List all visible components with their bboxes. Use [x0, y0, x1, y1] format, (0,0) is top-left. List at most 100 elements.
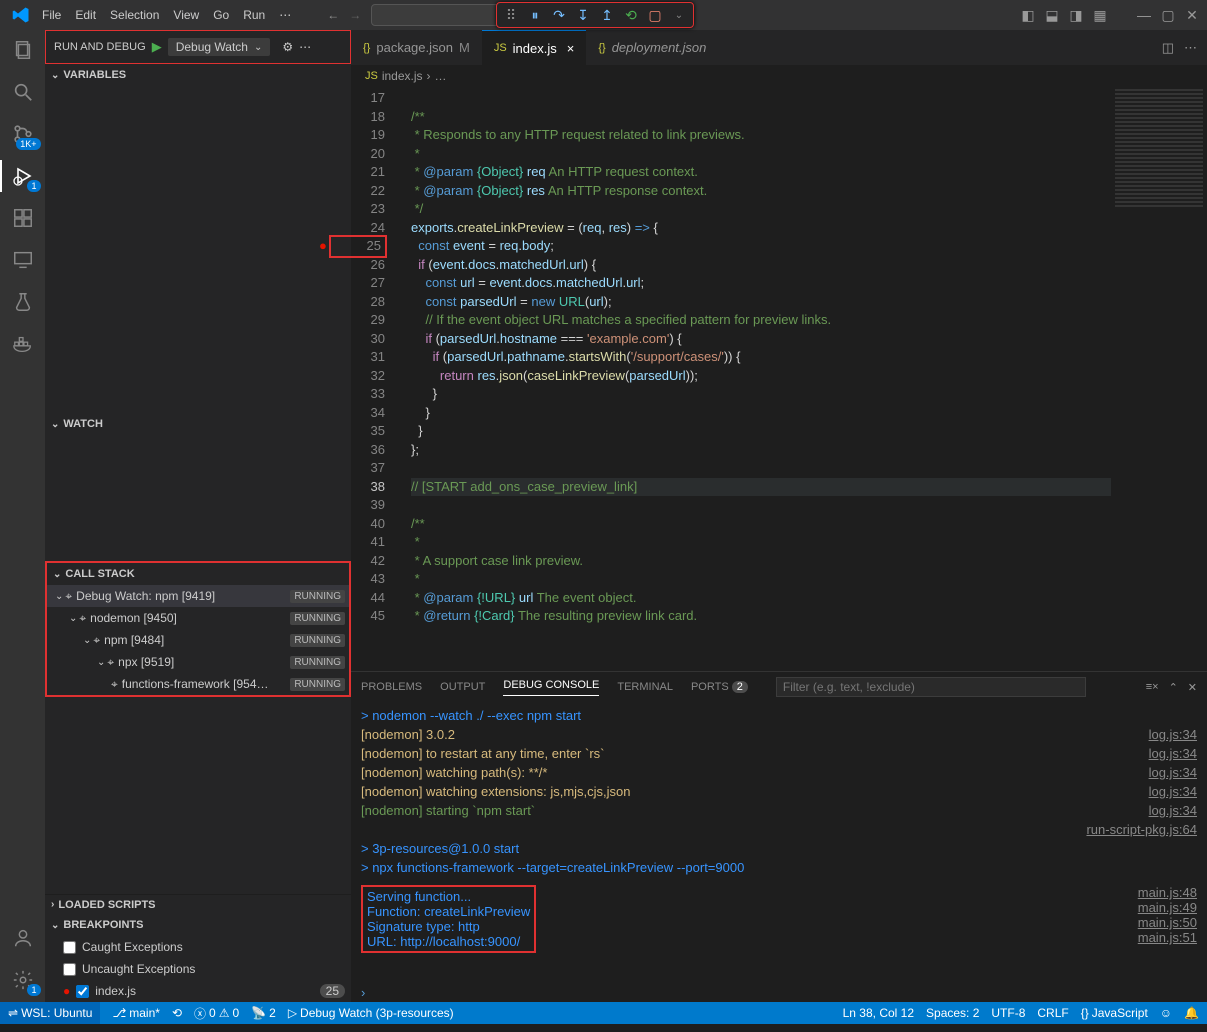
encoding-status[interactable]: UTF-8 [991, 1006, 1025, 1020]
nav-forward-icon[interactable]: → [349, 8, 361, 22]
status-bar: ⇌ WSL: Ubuntu ⎇ main* ⟲ ⓧ 0 ⚠ 0 📡 2 ▷ De… [0, 1002, 1207, 1024]
more-icon[interactable]: ⋯ [299, 40, 311, 54]
bp-file[interactable]: ●index.js25 [45, 980, 351, 1002]
remote-indicator[interactable]: ⇌ WSL: Ubuntu [0, 1002, 100, 1024]
chevron-down-icon: ⌄ [51, 419, 59, 430]
panel-tab-ports[interactable]: PORTS 2 [691, 681, 748, 693]
call-stack-row[interactable]: ⌄⌖npm [9484]RUNNING [47, 629, 349, 651]
call-stack-row[interactable]: ⌖functions-framework [954…RUNNING [47, 673, 349, 695]
breakpoints-header[interactable]: ⌄BREAKPOINTS [45, 914, 351, 936]
layout-customize-icon[interactable]: ▦ [1091, 7, 1109, 24]
debug-config-select[interactable]: Debug Watch⌄ [168, 38, 271, 56]
status-debug-task[interactable]: ▷ Debug Watch (3p-resources) [288, 1006, 454, 1020]
debug-step-out-icon[interactable]: ↥ [597, 7, 617, 24]
editor-tabs: {}package.json M JSindex.js× {}deploymen… [351, 30, 1207, 65]
minimap[interactable] [1111, 87, 1207, 671]
code-editor[interactable]: 1718192021222324252627282930313233343536… [351, 87, 1207, 671]
indent-status[interactable]: Spaces: 2 [926, 1006, 979, 1020]
clear-icon[interactable]: ≡× [1146, 681, 1159, 694]
drag-handle-icon[interactable]: ⠿ [501, 7, 521, 24]
breadcrumb[interactable]: JSindex.js›… [351, 65, 1207, 87]
menu-selection[interactable]: Selection [104, 6, 165, 24]
bp-uncaught[interactable]: Uncaught Exceptions [45, 958, 351, 980]
line-gutter[interactable]: 1718192021222324252627282930313233343536… [351, 87, 399, 671]
menu-go[interactable]: Go [207, 6, 235, 24]
debug-stop-icon[interactable]: ▢ [645, 7, 665, 24]
tab-index-js[interactable]: JSindex.js× [482, 30, 587, 65]
code-content[interactable]: /** * Responds to any HTTP request relat… [399, 87, 1111, 671]
bottom-panel: PROBLEMS OUTPUT DEBUG CONSOLE TERMINAL P… [351, 671, 1207, 1002]
layout-toggle-left-icon[interactable]: ◧ [1019, 7, 1037, 24]
call-stack-row[interactable]: ⌄⌖npx [9519]RUNNING [47, 651, 349, 673]
bp-caught[interactable]: Caught Exceptions [45, 936, 351, 958]
window-maximize-icon[interactable]: ▢ [1159, 7, 1177, 24]
activity-docker-icon[interactable] [11, 332, 35, 356]
sidebar: RUN AND DEBUG ▶ Debug Watch⌄ ⚙ ⋯ ⌄VARIAB… [45, 30, 351, 1002]
debug-more-icon[interactable]: ⌄ [669, 10, 689, 21]
cursor-position[interactable]: Ln 38, Col 12 [843, 1006, 914, 1020]
call-stack-row[interactable]: ⌄⌖nodemon [9450]RUNNING [47, 607, 349, 629]
feedback-icon[interactable]: ☺ [1160, 1006, 1172, 1020]
window-minimize-icon[interactable]: — [1135, 7, 1153, 24]
nav-history: ← → [327, 8, 361, 22]
activity-extensions-icon[interactable] [11, 206, 35, 230]
notifications-icon[interactable]: 🔔 [1184, 1006, 1199, 1020]
debug-step-over-icon[interactable]: ↷ [549, 7, 569, 24]
menu-view[interactable]: View [167, 6, 205, 24]
language-status[interactable]: {} JavaScript [1081, 1006, 1148, 1020]
debug-restart-icon[interactable]: ⟲ [621, 7, 641, 24]
panel-tab-terminal[interactable]: TERMINAL [617, 681, 673, 693]
activity-settings-icon[interactable]: 1 [11, 968, 35, 992]
filter-input[interactable] [776, 677, 1086, 697]
debug-pause-icon[interactable]: ⏸ [525, 7, 545, 24]
menu-overflow-icon[interactable]: ⋯ [273, 6, 297, 24]
tab-package-json[interactable]: {}package.json M [351, 30, 482, 65]
layout-toggle-right-icon[interactable]: ◨ [1067, 7, 1085, 24]
panel-maximize-icon[interactable]: ⌃ [1169, 681, 1178, 694]
watch-body [45, 435, 351, 561]
json-icon: {} [598, 42, 605, 54]
layout-toggle-bottom-icon[interactable]: ⬓ [1043, 7, 1061, 24]
window-close-icon[interactable]: ✕ [1183, 7, 1201, 24]
call-stack-panel: ⌄CALL STACK ⌄⌖Debug Watch: npm [9419]RUN… [45, 561, 351, 697]
settings-badge: 1 [27, 984, 40, 996]
activity-testing-icon[interactable] [11, 290, 35, 314]
loaded-scripts-header[interactable]: ›LOADED SCRIPTS [45, 894, 351, 914]
activity-account-icon[interactable] [11, 926, 35, 950]
start-debug-icon[interactable]: ▶ [152, 39, 162, 55]
status-ports[interactable]: 📡 2 [251, 1006, 276, 1020]
title-bar: File Edit Selection View Go Run ⋯ ← → ⠿ … [0, 0, 1207, 30]
debug-step-into-icon[interactable]: ↧ [573, 7, 593, 24]
call-stack-row[interactable]: ⌄⌖Debug Watch: npm [9419]RUNNING [47, 585, 349, 607]
tab-deployment-json[interactable]: {}deployment.json [586, 30, 718, 65]
split-editor-icon[interactable]: ◫ [1162, 40, 1174, 56]
panel-tab-debug-console[interactable]: DEBUG CONSOLE [503, 679, 599, 696]
debug-toolbar: ⠿ ⏸ ↷ ↧ ↥ ⟲ ▢ ⌄ [496, 2, 694, 28]
watch-header[interactable]: ⌄WATCH [45, 413, 351, 435]
activity-debug-icon[interactable]: 1 [11, 164, 35, 188]
nav-back-icon[interactable]: ← [327, 8, 339, 22]
menu-run[interactable]: Run [237, 6, 271, 24]
status-errors[interactable]: ⓧ 0 ⚠ 0 [194, 1005, 239, 1022]
activity-scm-icon[interactable]: 1K+ [11, 122, 35, 146]
chevron-down-icon: ⌄ [51, 70, 59, 81]
panel-tab-output[interactable]: OUTPUT [440, 681, 485, 693]
menu-edit[interactable]: Edit [69, 6, 102, 24]
activity-explorer-icon[interactable] [11, 38, 35, 62]
variables-header[interactable]: ⌄VARIABLES [45, 64, 351, 86]
git-branch[interactable]: ⎇ main* [112, 1006, 160, 1020]
activity-search-icon[interactable] [11, 80, 35, 104]
panel-close-icon[interactable]: ✕ [1188, 681, 1197, 694]
debug-settings-icon[interactable]: ⚙ [282, 40, 293, 54]
git-sync-icon[interactable]: ⟲ [172, 1006, 182, 1020]
js-icon: JS [365, 70, 378, 82]
editor-more-icon[interactable]: ⋯ [1184, 40, 1197, 56]
eol-status[interactable]: CRLF [1037, 1006, 1068, 1020]
close-icon[interactable]: × [567, 41, 575, 56]
panel-tab-problems[interactable]: PROBLEMS [361, 681, 422, 693]
activity-remote-icon[interactable] [11, 248, 35, 272]
run-debug-label: RUN AND DEBUG [54, 41, 146, 53]
menu-file[interactable]: File [36, 6, 67, 24]
debug-console-output[interactable]: > nodemon --watch ./ --exec npm start[no… [351, 702, 1207, 1002]
callstack-header[interactable]: ⌄CALL STACK [47, 563, 349, 585]
